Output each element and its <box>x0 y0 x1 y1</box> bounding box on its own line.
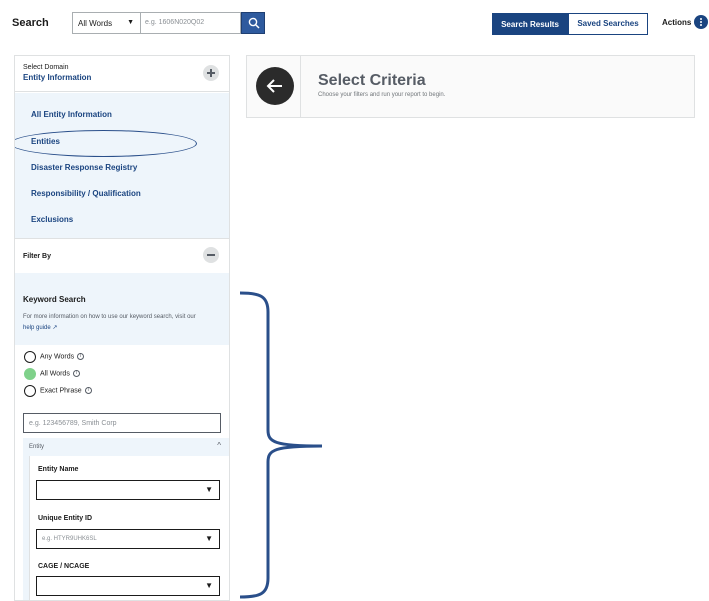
entity-accordion-header[interactable]: Entity ^ <box>23 438 229 456</box>
cage-ncage-label: CAGE / NCAGE <box>38 563 90 570</box>
keyword-help-text: For more information on how to use our k… <box>23 312 223 334</box>
saved-searches-tab[interactable]: Saved Searches <box>568 13 648 35</box>
domain-item-responsibility-qualification[interactable]: Responsibility / Qualification <box>31 189 141 198</box>
filter-header[interactable]: Filter By <box>15 239 229 273</box>
radio-button[interactable] <box>24 385 36 397</box>
domain-header[interactable]: Select Domain Entity Information <box>15 56 229 92</box>
caret-down-icon: ▼ <box>205 534 213 543</box>
actions-label[interactable]: Actions <box>662 18 691 27</box>
search-scope-select[interactable]: All Words ▼ <box>72 12 140 34</box>
keyword-input[interactable]: e.g. 123456789, Smith Corp <box>23 413 221 433</box>
select-criteria-card: Select Criteria Choose your filters and … <box>246 55 695 118</box>
radio-label: Exact Phrase <box>40 387 82 395</box>
unique-entity-id-label: Unique Entity ID <box>38 515 93 522</box>
info-icon[interactable]: i <box>84 387 92 394</box>
back-button[interactable] <box>256 67 294 105</box>
expand-plus-icon[interactable] <box>203 65 219 81</box>
criteria-title: Select Criteria <box>318 72 426 89</box>
unique-entity-id-select[interactable]: e.g. HTYR9UHK6SL ▼ <box>36 529 220 549</box>
search-button[interactable] <box>241 12 265 34</box>
search-scope-value: All Words <box>78 19 113 28</box>
filter-by-label: Filter By <box>23 253 52 260</box>
entity-name-label: Entity Name <box>38 466 79 473</box>
entity-section-label: Entity <box>29 444 45 450</box>
keyword-help-sentence: For more information on how to use our k… <box>23 314 196 320</box>
domain-item-exclusions[interactable]: Exclusions <box>31 215 73 224</box>
collapse-minus-icon[interactable] <box>203 247 219 263</box>
info-icon[interactable]: i <box>72 370 80 377</box>
domain-list: All Entity Information Entities Disaster… <box>15 93 229 239</box>
annotation-brace <box>239 291 323 599</box>
search-results-tab[interactable]: Search Results <box>492 13 568 35</box>
radio-label: Any Words <box>40 353 75 361</box>
card-divider <box>300 56 301 117</box>
more-vertical-icon[interactable] <box>694 15 708 29</box>
search-input[interactable]: e.g. 1606N020Q02 <box>140 12 241 34</box>
unique-entity-id-placeholder: e.g. HTYR9UHK6SL <box>42 536 97 542</box>
top-bar: Search All Words ▼ e.g. 1606N020Q02 Sear… <box>0 0 709 46</box>
external-link-icon[interactable]: ↗ <box>52 325 57 331</box>
help-guide-link[interactable]: help guide <box>23 325 51 331</box>
domain-item-all-entity-information[interactable]: All Entity Information <box>31 110 112 119</box>
caret-down-icon: ▼ <box>127 19 134 26</box>
cage-ncage-select[interactable]: ▼ <box>36 576 220 596</box>
domain-item-disaster-response-registry[interactable]: Disaster Response Registry <box>31 163 137 172</box>
domain-sub-label: Select Domain <box>23 64 69 71</box>
criteria-subtitle: Choose your filters and run your report … <box>318 92 446 98</box>
keyword-search-section: Keyword Search For more information on h… <box>15 273 229 345</box>
annotation-ellipse <box>15 130 197 157</box>
radio-label: All Words <box>40 370 70 378</box>
radio-button-selected[interactable] <box>24 368 36 380</box>
keyword-placeholder: e.g. 123456789, Smith Corp <box>29 420 117 427</box>
arrow-left-icon <box>266 79 282 93</box>
filter-panel: Select Domain Entity Information All Ent… <box>14 55 230 601</box>
entity-fields-card: Entity Name ▼ Unique Entity ID e.g. HTYR… <box>29 456 229 600</box>
radio-button[interactable] <box>24 351 36 363</box>
info-icon[interactable]: i <box>77 353 85 360</box>
chevron-up-icon: ^ <box>217 441 221 450</box>
caret-down-icon: ▼ <box>205 485 213 494</box>
entity-fields-section: Entity Name ▼ Unique Entity ID e.g. HTYR… <box>23 456 229 600</box>
keyword-search-title: Keyword Search <box>23 295 86 304</box>
domain-title: Entity Information <box>23 73 92 82</box>
entity-name-select[interactable]: ▼ <box>36 480 220 500</box>
search-icon <box>248 17 260 29</box>
search-placeholder: e.g. 1606N020Q02 <box>145 19 205 26</box>
search-label: Search <box>12 17 49 29</box>
caret-down-icon: ▼ <box>205 581 213 590</box>
